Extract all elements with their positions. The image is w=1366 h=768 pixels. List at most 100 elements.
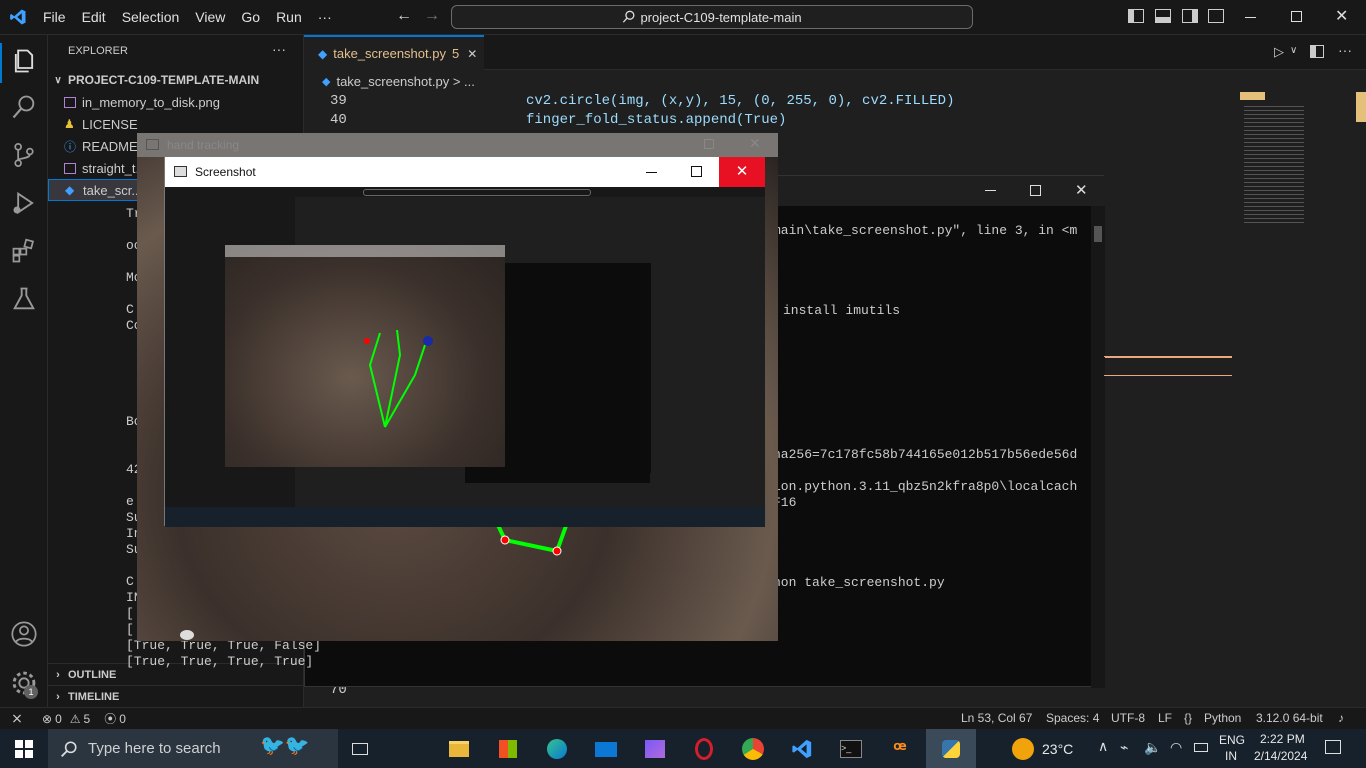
tab-take-screenshot[interactable]: ◆ take_screenshot.py 5 ✕ <box>304 35 484 70</box>
minimize-window-icon[interactable] <box>1245 17 1256 18</box>
python-taskbar-icon-active[interactable] <box>926 729 976 768</box>
source-control-icon[interactable] <box>10 141 38 169</box>
error-count[interactable]: 0 <box>55 712 62 726</box>
maximize-window-icon[interactable] <box>691 166 702 177</box>
screenshot-title: Screenshot <box>195 165 256 179</box>
toggle-sidebar-icon[interactable] <box>1128 9 1144 23</box>
run-file-icon[interactable]: ▷ <box>1274 44 1284 60</box>
line-endings[interactable]: LF <box>1158 711 1172 725</box>
battery-icon[interactable] <box>1194 743 1208 752</box>
terminal-text: C <box>126 302 134 317</box>
indentation[interactable]: Spaces: 4 <box>1046 711 1099 725</box>
explorer-more-button[interactable]: ··· <box>272 41 286 57</box>
volume-icon[interactable]: 🔈 <box>1144 739 1161 756</box>
close-tab-icon[interactable]: ✕ <box>467 47 477 61</box>
taskbar-search[interactable]: Type here to search 🐦🐦 <box>48 729 338 768</box>
toggle-secondary-sidebar-icon[interactable] <box>1182 9 1198 23</box>
chevron-down-icon[interactable]: ∨ <box>1290 45 1297 56</box>
encoding[interactable]: UTF-8 <box>1111 711 1145 725</box>
extensions-icon[interactable] <box>10 237 38 265</box>
microsoft-store-icon[interactable] <box>492 734 524 764</box>
separator-line <box>1105 357 1232 358</box>
mail-icon[interactable] <box>590 734 622 764</box>
network-icon[interactable]: ⌁ <box>1120 739 1128 756</box>
folder-root[interactable]: ∨ PROJECT-C109-TEMPLATE-MAIN <box>48 69 304 91</box>
tab-bar: ◆ take_screenshot.py 5 ✕ ▷ ∨ ··· <box>304 35 1366 70</box>
weather-widget[interactable]: 23°C <box>1012 738 1073 760</box>
input-language[interactable]: ENG <box>1219 733 1245 747</box>
timeline-section[interactable]: › TIMELINE <box>48 685 304 707</box>
python-interpreter[interactable]: 3.12.0 64-bit <box>1256 711 1323 725</box>
code-text[interactable]: finger_fold_status.append(True) <box>526 112 786 128</box>
vscode-taskbar-icon[interactable] <box>786 734 818 764</box>
warning-icon[interactable]: ⚠ <box>70 712 81 726</box>
search-icon <box>623 10 635 23</box>
clock-date[interactable]: 2/14/2024 <box>1254 749 1307 763</box>
chrome-browser-icon[interactable] <box>737 734 769 764</box>
editor-more-button[interactable]: ··· <box>1338 42 1352 58</box>
split-editor-icon[interactable] <box>1310 45 1324 58</box>
menu-view[interactable]: View <box>187 0 233 35</box>
restore-window-icon[interactable] <box>1291 11 1302 22</box>
customize-layout-icon[interactable] <box>1208 9 1224 23</box>
minimap-code <box>1244 106 1304 226</box>
terminal-text: install imutils <box>783 303 901 318</box>
active-indicator <box>0 43 2 83</box>
error-icon[interactable]: ⊗ <box>42 712 52 726</box>
vscode-logo-icon <box>0 0 35 35</box>
file-item[interactable]: ♟ LICENSE <box>48 113 304 135</box>
sublime-app-icon[interactable]: ꟹ <box>884 734 916 764</box>
code-text[interactable]: cv2.circle(img, (x,y), 15, (0, 255, 0), … <box>526 93 954 109</box>
terminal-text: main\take_screenshot.py", line 3, in <m <box>773 223 1078 238</box>
file-item[interactable]: in_memory_to_disk.png <box>48 91 304 113</box>
close-window-icon[interactable]: ✕ <box>1335 6 1348 26</box>
wifi-icon[interactable]: ◠ <box>1170 739 1182 756</box>
terminal-scrollbar[interactable] <box>1091 206 1105 688</box>
terminal-taskbar-icon[interactable]: >_ <box>835 734 867 764</box>
explorer-icon[interactable] <box>10 47 38 75</box>
remote-icon[interactable]: ⨯ <box>0 710 34 727</box>
notifications-bell-icon[interactable]: ♪ <box>1338 711 1344 725</box>
minimize-window-icon[interactable] <box>646 172 657 173</box>
menu-go[interactable]: Go <box>233 0 268 35</box>
account-icon[interactable] <box>10 620 38 648</box>
nav-back-icon[interactable]: ← <box>396 7 412 25</box>
editor-scrollbar[interactable] <box>1356 92 1366 122</box>
task-view-icon[interactable] <box>344 734 376 764</box>
clipchamp-icon[interactable] <box>639 734 671 764</box>
settings-badge: 1 <box>24 685 38 699</box>
breadcrumb: ◆ take_screenshot.py > ... <box>304 70 475 92</box>
file-explorer-icon[interactable] <box>443 734 475 764</box>
input-region[interactable]: IN <box>1225 749 1237 763</box>
cursor-position[interactable]: Ln 53, Col 67 <box>961 711 1032 725</box>
terminal-text: ha256=7c178fc58b744165e012b517b56ede56d <box>773 447 1078 462</box>
code-line: 39 cv2.circle(img, (x,y), 15, (0, 255, 0… <box>304 92 1366 111</box>
menu-edit[interactable]: Edit <box>74 0 114 35</box>
nav-forward-icon[interactable]: → <box>424 7 440 25</box>
ports-count[interactable]: 0 <box>119 712 126 726</box>
ports-icon[interactable]: ⦿ <box>104 710 116 727</box>
edge-browser-icon[interactable] <box>541 734 573 764</box>
explorer-header: EXPLORER <box>68 45 128 57</box>
run-debug-icon[interactable] <box>10 189 38 217</box>
notification-center-icon[interactable] <box>1325 740 1341 754</box>
testing-icon[interactable] <box>10 285 38 313</box>
search-icon[interactable] <box>10 93 38 121</box>
warning-count[interactable]: 5 <box>84 712 91 726</box>
chevron-down-icon: ∨ <box>54 74 62 86</box>
menu-run[interactable]: Run <box>268 0 310 35</box>
breadcrumb-path[interactable]: take_screenshot.py > ... <box>336 74 474 89</box>
close-window-button[interactable]: ✕ <box>719 157 765 187</box>
start-button[interactable] <box>0 729 48 768</box>
menu-more[interactable]: ··· <box>310 0 340 35</box>
language-mode[interactable]: Python <box>1204 711 1241 725</box>
minimap[interactable] <box>1240 92 1356 232</box>
menu-file[interactable]: File <box>35 0 74 35</box>
terminal-text: ion.python.3.11_qbz5n2kfra8p0\localcach <box>773 479 1078 494</box>
command-center[interactable]: project-C109-template-main <box>451 5 973 29</box>
opera-browser-icon[interactable] <box>688 734 720 764</box>
menu-selection[interactable]: Selection <box>114 0 188 35</box>
clock-time[interactable]: 2:22 PM <box>1260 732 1305 746</box>
chevron-up-icon[interactable]: ∧ <box>1098 738 1108 755</box>
toggle-panel-icon[interactable] <box>1155 9 1171 23</box>
